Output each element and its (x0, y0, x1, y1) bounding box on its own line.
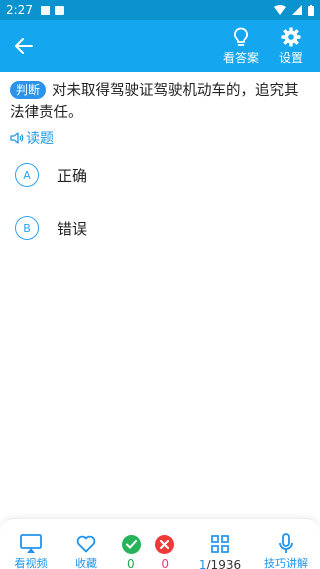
read-question-label: 读题 (26, 131, 54, 147)
app-bar: 看答案 设置 (0, 20, 320, 72)
bottom-toolbar: 看视频 收藏 0 0 1/1936 技巧讲解 (0, 518, 320, 569)
arrow-left-icon (15, 38, 33, 54)
option-a[interactable]: A 正确 (15, 163, 87, 187)
notification-icon (40, 5, 50, 15)
microphone-icon (279, 533, 293, 553)
heart-icon (76, 535, 96, 553)
wifi-icon (274, 5, 286, 15)
question-text-block: 判断 对未取得驾驶证驾驶机动车的，追究其法律责任。 (10, 80, 312, 124)
watch-video-button[interactable]: 看视频 (14, 533, 48, 569)
read-question-button[interactable]: 读题 (10, 128, 54, 148)
watch-video-label: 看视频 (14, 557, 48, 569)
question-list-button[interactable]: 1/1936 (194, 533, 246, 569)
option-letter-circle: A (15, 163, 39, 187)
option-label: 错误 (57, 219, 88, 238)
show-answer-label: 看答案 (222, 51, 259, 65)
correct-count: 0 (127, 557, 135, 569)
gear-icon (281, 27, 301, 47)
tips-explanation-button[interactable]: 技巧讲解 (262, 533, 310, 569)
show-answer-button[interactable]: 看答案 (219, 26, 263, 66)
wrong-count: 0 (161, 557, 169, 569)
lightbulb-icon (234, 27, 248, 46)
status-bar: 2:27 (0, 0, 320, 20)
back-button[interactable] (10, 32, 38, 60)
option-label: 正确 (57, 166, 88, 185)
total-questions: /1936 (206, 558, 242, 569)
favorite-label: 收藏 (75, 557, 97, 569)
grid-icon (211, 535, 229, 553)
check-icon (122, 535, 141, 554)
question-text: 对未取得驾驶证驾驶机动车的，追究其法律责任。 (10, 83, 299, 121)
settings-button[interactable]: 设置 (269, 26, 313, 66)
tips-explanation-label: 技巧讲解 (264, 557, 308, 569)
favorite-button[interactable]: 收藏 (74, 533, 98, 569)
settings-label: 设置 (278, 51, 303, 65)
option-b[interactable]: B 错误 (15, 216, 87, 240)
question-progress: 1/1936 (194, 558, 246, 569)
speaker-icon (10, 132, 24, 144)
status-time: 2:27 (6, 3, 33, 17)
battery-icon (308, 4, 314, 16)
option-letter-circle: B (15, 216, 39, 240)
question-type-badge: 判断 (10, 81, 47, 99)
notification-icon (54, 5, 64, 15)
cross-icon (155, 535, 174, 554)
signal-icon (292, 5, 302, 15)
answer-stats[interactable]: 0 0 (122, 535, 174, 569)
screen-cast-icon (20, 534, 42, 553)
current-question-number: 1 (198, 558, 207, 569)
